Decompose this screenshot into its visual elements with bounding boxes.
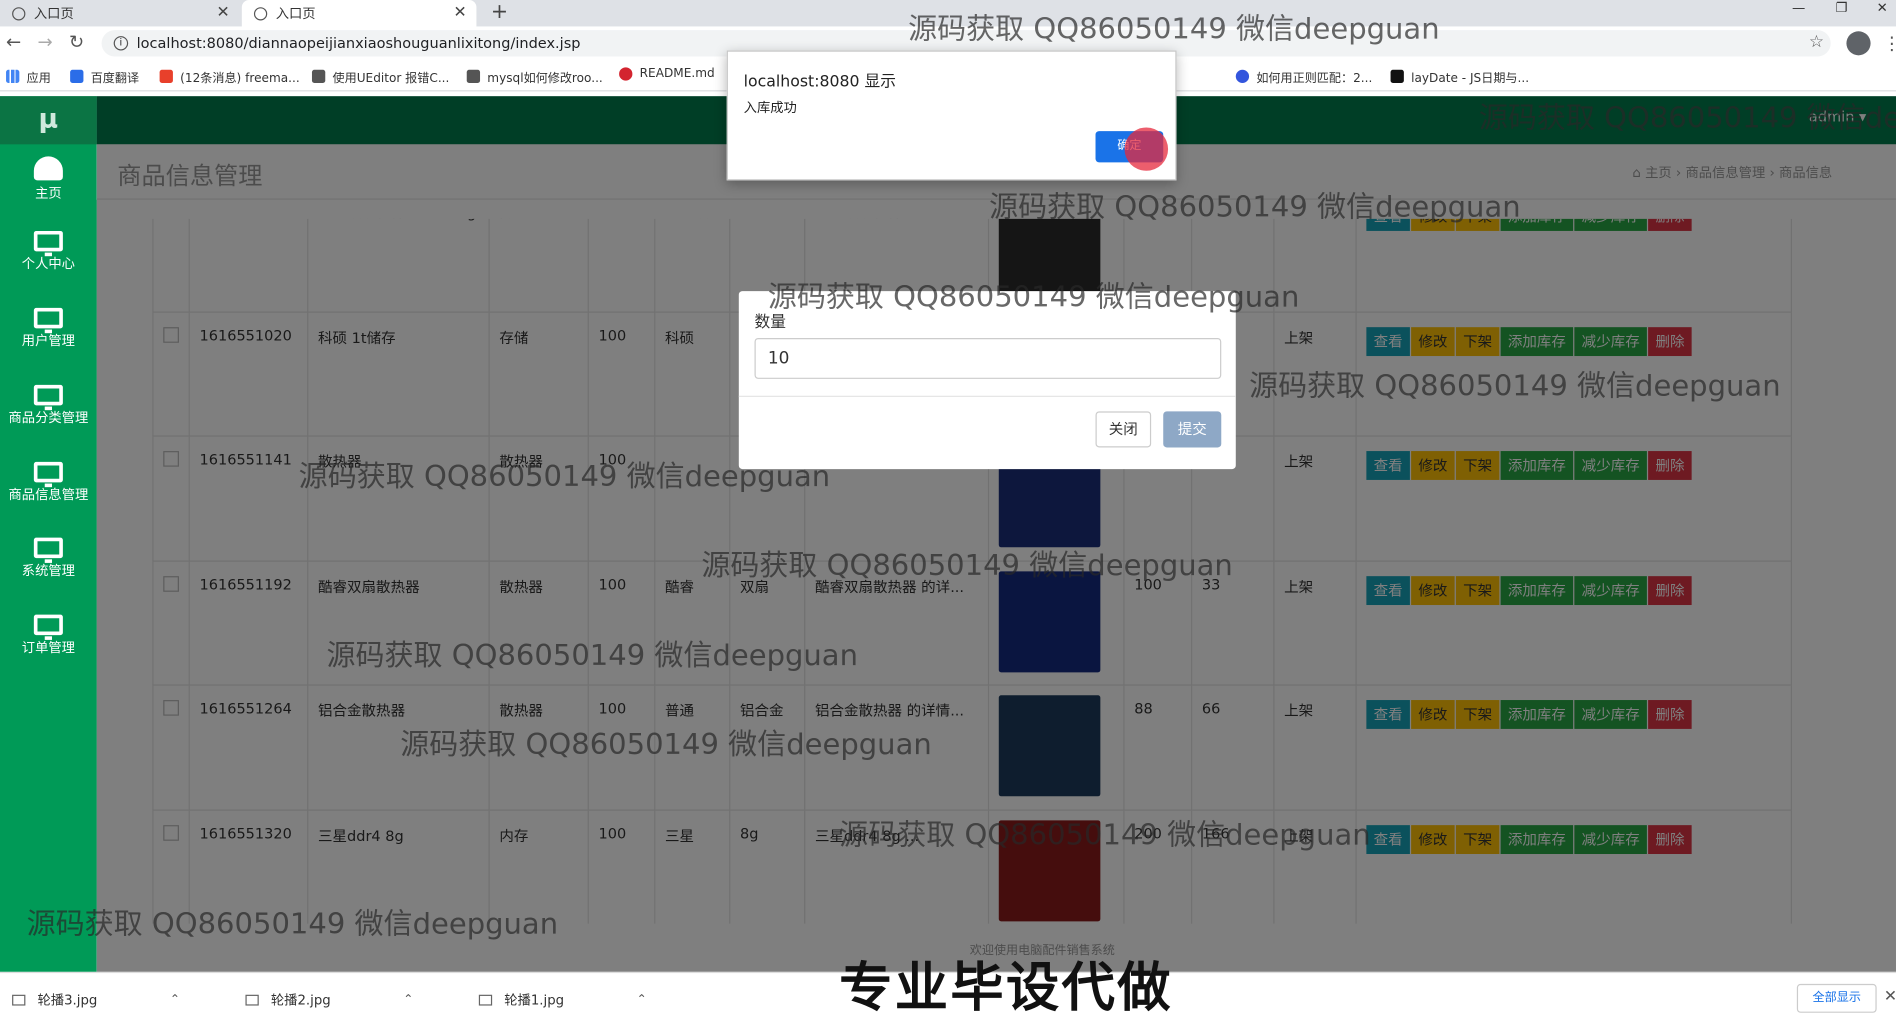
click-cursor-icon [1124,127,1169,171]
monitor-icon [33,614,63,640]
browser-tab[interactable]: 入口页 ✕ [0,0,239,26]
star-icon[interactable]: ☆ [1809,32,1824,51]
image-file-icon [12,994,26,1005]
maximize-icon[interactable]: ❐ [1836,0,1848,16]
download-item[interactable]: 轮播2.jpg ⌃ [245,990,413,1009]
close-icon[interactable]: ✕ [454,4,467,22]
sidebar-item-home[interactable]: 主页 [0,156,97,202]
watermark: 源码获取 QQ86050149 微信deepguan [839,817,1371,852]
laydate-icon [1390,69,1404,83]
monitor-icon [33,230,63,257]
forward-icon[interactable]: → [37,31,52,53]
image-file-icon [478,994,493,1005]
bookmark-item[interactable]: 百度翻译 [70,67,139,85]
new-tab-icon[interactable]: + [491,0,508,24]
sidebar-item-users[interactable]: 用户管理 [0,307,97,350]
apps-icon [6,69,20,83]
monitor-icon [33,384,63,411]
monitor-icon [33,537,63,563]
image-file-icon [245,994,259,1005]
bookmark-item[interactable]: 如何用正则匹配：2... [1235,67,1372,85]
bookmark-item[interactable]: 应用 [6,67,51,85]
chevron-up-icon[interactable]: ⌃ [403,993,413,1006]
watermark: 源码获取 QQ86050149 微信deepguan [400,727,932,762]
submit-button[interactable]: 提交 [1163,411,1222,448]
gitee-icon [619,67,633,81]
csdn-icon [159,69,173,83]
download-item[interactable]: 轮播1.jpg ⌃ [478,990,647,1009]
quantity-input[interactable] [754,337,1222,379]
watermark: 源码获取 QQ86050149 微信deepguan [26,906,559,941]
bookmark-icon [311,69,326,83]
chevron-up-icon[interactable]: ⌃ [170,993,180,1006]
screen: 入口页 ✕ 入口页 ✕ + — ❐ ✕ ← → ↻ i localhost:8080/… [0,0,1896,1020]
close-icon[interactable]: ✕ [1884,988,1896,1006]
alert-message: 入库成功 [743,99,797,116]
quantity-dialog [738,291,1236,470]
close-button[interactable]: 关闭 [1095,411,1152,448]
bookmark-item[interactable]: mysql如何修改roo... [466,67,603,85]
sidebar-item-category[interactable]: 商品分类管理 [0,384,97,427]
bookmark-icon [466,69,481,83]
watermark: 源码获取 QQ86050149 微信deepguan [298,459,831,494]
profile-avatar[interactable] [1846,31,1871,56]
translate-icon [70,69,84,83]
watermark: 源码获取 QQ86050149 微信deepguan [1478,101,1896,135]
close-icon[interactable]: ✕ [217,4,230,22]
download-item[interactable]: 轮播3.jpg ⌃ [12,990,180,1009]
dashboard-icon [33,156,63,181]
globe-icon [253,6,268,20]
bookmark-item[interactable]: 使用UEditor 报错C... [311,67,449,85]
watermark: 源码获取 QQ86050149 微信deepguan [908,12,1440,46]
baidu-icon [1235,69,1250,83]
bookmark-item[interactable]: (12条消息) freema... [159,67,300,85]
watermark: 源码获取 QQ86050149 微信deepguan [326,638,858,673]
monitor-icon [33,461,63,488]
bookmark-item[interactable]: README.md [619,67,715,81]
sidebar-item-system[interactable]: 系统管理 [0,537,97,580]
sidebar-item-profile[interactable]: 个人中心 [0,230,97,273]
window-close-icon[interactable]: ✕ [1877,0,1888,16]
banner-text: 专业毕设代做 [839,957,1173,1019]
watermark: 源码获取 QQ86050149 微信deepguan [701,548,1233,583]
watermark: 源码获取 QQ86050149 微信deepguan [989,190,1521,224]
minimize-icon[interactable]: — [1792,0,1805,16]
chevron-up-icon[interactable]: ⌃ [637,993,647,1006]
sidebar-item-orders[interactable]: 订单管理 [0,614,97,657]
bookmark-item[interactable]: layDate - JS日期与... [1390,67,1529,85]
reload-icon[interactable]: ↻ [69,31,84,53]
menu-icon[interactable]: ⋮ [1883,32,1896,54]
sidebar-item-products[interactable]: 商品信息管理 [0,461,97,504]
monitor-icon [33,307,63,334]
info-icon: i [113,36,129,51]
divider [738,395,1236,397]
watermark: 源码获取 QQ86050149 微信deepguan [1249,369,1781,403]
back-icon[interactable]: ← [6,31,21,53]
show-all-button[interactable]: 全部显示 [1796,983,1877,1013]
alert-title: localhost:8080 显示 [743,73,896,92]
sidebar [0,96,97,972]
watermark: 源码获取 QQ86050149 微信deepguan [767,280,1300,314]
globe-icon [12,6,26,20]
logo: μ [0,96,97,145]
browser-tab-active[interactable]: 入口页 ✕ [241,0,477,27]
